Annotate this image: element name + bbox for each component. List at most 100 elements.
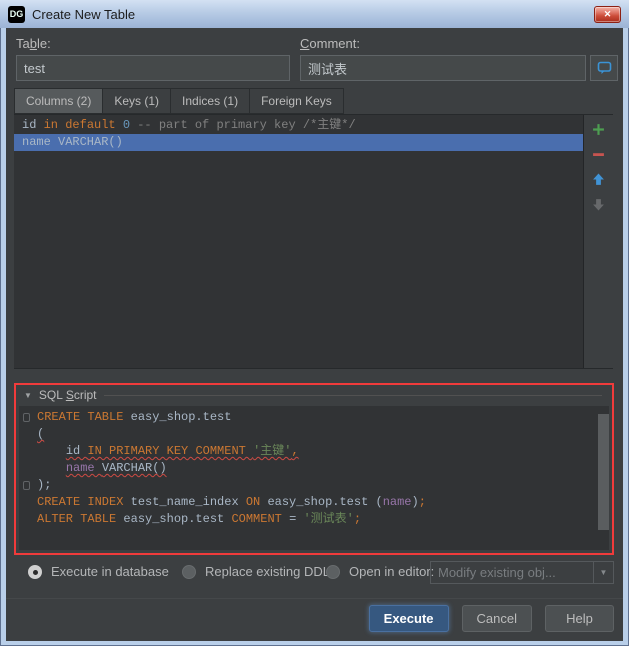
code-token: id (65, 444, 88, 458)
dialog-title: Create New Table (32, 6, 136, 22)
column-row[interactable]: id in default 0 -- part of primary key /… (14, 117, 583, 134)
execute-button[interactable]: Execute (368, 605, 449, 632)
create-new-table-dialog: DG Create New Table ✕ Table: Comment: Co… (0, 0, 629, 646)
dialog-content: Table: Comment: Columns (2)Keys (1)Indic… (6, 28, 623, 641)
code-token: name (65, 461, 102, 475)
combo-value: Modify existing obj... (438, 565, 556, 580)
footer-buttons: Execute Cancel Help (368, 605, 614, 632)
code-token: in (43, 118, 66, 132)
radio-circle-icon[interactable] (326, 564, 340, 579)
code-token: CREATE INDEX (37, 495, 131, 509)
radio-replace-existing-ddl[interactable]: Replace existing DDL (182, 564, 330, 579)
collapse-triangle-icon[interactable]: ▼ (24, 391, 32, 400)
code-token: ( (375, 495, 383, 509)
fold-marker[interactable] (23, 413, 30, 422)
radio-label: Execute in database (51, 564, 169, 579)
code-token: ON (245, 495, 268, 509)
code-token: VARCHAR() (101, 461, 167, 475)
radio-circle-icon[interactable] (182, 564, 196, 579)
sql-line: ( (19, 426, 609, 443)
tab-columns-2[interactable]: Columns (2) (14, 88, 104, 114)
radio-execute-in-database[interactable]: Execute in database (28, 564, 169, 579)
tab-foreign-keys[interactable]: Foreign Keys (250, 88, 344, 114)
add-button[interactable] (591, 121, 607, 137)
sql-title-post: cript (73, 388, 97, 402)
tab-indices-1[interactable]: Indices (1) (171, 88, 251, 114)
tab-bar: Columns (2) Keys (1) Indices (1) Foreign Ke… (14, 88, 344, 114)
code-token: CREATE TABLE (37, 410, 131, 424)
code-token: name VARCHAR() (22, 135, 123, 149)
remove-button[interactable] (591, 146, 607, 162)
columns-list: id in default 0 -- part of primary key /… (14, 115, 584, 368)
radio-open-in-editor[interactable]: Open in editor: (326, 564, 434, 579)
cancel-button[interactable]: Cancel (461, 605, 532, 632)
sql-title-pre: SQL (38, 388, 66, 402)
code-token: ; (353, 512, 362, 526)
move-up-icon (593, 173, 604, 185)
move-up-button[interactable] (591, 171, 607, 187)
code-token: easy_shop.test (130, 410, 232, 424)
radio-label: Open in editor: (349, 564, 435, 579)
table-label-mnemonic: b (29, 36, 37, 51)
column-row[interactable]: name VARCHAR() (14, 134, 583, 151)
datagrip-app-icon: DG (8, 5, 25, 23)
add-icon (593, 123, 604, 135)
columns-editor: id in default 0 -- part of primary key /… (14, 114, 613, 369)
remove-icon (593, 152, 604, 156)
sql-line: ); (19, 477, 609, 494)
table-label: Table: (16, 36, 51, 51)
code-token: test_name_index (130, 495, 246, 509)
help-button[interactable]: Help (545, 605, 614, 632)
code-token: id (22, 118, 44, 132)
code-token: name (382, 495, 412, 509)
sql-editor-scrollbar[interactable] (598, 414, 609, 530)
table-label-post: le: (36, 36, 51, 51)
code-token: easy_shop.test (123, 512, 232, 526)
sql-line: CREATE TABLE easy_shop.test (19, 409, 609, 426)
code-token: '测试表' (303, 512, 354, 526)
sql-script-header[interactable]: ▼ SQL Script (16, 385, 612, 405)
table-label-pre: Ta (16, 36, 30, 51)
code-token: '主键' (253, 444, 292, 458)
comment-editor-button[interactable] (590, 55, 618, 81)
code-token: ( (37, 427, 45, 441)
code-token: ALTER TABLE (37, 512, 124, 526)
tab-keys-1[interactable]: Keys (1) (103, 88, 172, 114)
combo-dropdown-arrow-icon[interactable]: ▼ (593, 562, 613, 583)
columns-toolbar (584, 115, 613, 368)
code-token: ) (411, 495, 419, 509)
sql-line: id IN PRIMARY KEY COMMENT '主键', (19, 443, 609, 460)
footer-separator (6, 598, 623, 599)
open-in-editor-combo[interactable]: Modify existing obj... ▼ (430, 561, 614, 584)
sql-script-title: SQL Script (39, 388, 97, 402)
sql-line: name VARCHAR() (19, 460, 609, 477)
sql-script-section: ▼ SQL Script CREATE TABLE easy_shop.test… (14, 383, 614, 555)
comment-label-post: omment: (309, 36, 360, 51)
comment-label: Comment: (300, 36, 360, 51)
code-token: IN PRIMARY KEY COMMENT (87, 444, 254, 458)
code-token: easy_shop.test (267, 495, 376, 509)
code-token: = (289, 512, 304, 526)
radio-label: Replace existing DDL (205, 564, 331, 579)
code-token: 0 (122, 118, 138, 132)
title-bar: DG Create New Table ✕ (0, 0, 629, 28)
code-token: -- part of primary key /*主键*/ (137, 118, 356, 132)
table-name-input[interactable] (16, 55, 290, 81)
comment-label-mnemonic: C (300, 36, 310, 51)
sql-line: ALTER TABLE easy_shop.test COMMENT = '测试… (19, 511, 609, 528)
close-button[interactable]: ✕ (594, 6, 621, 23)
radio-circle-icon[interactable] (28, 564, 42, 579)
fold-marker[interactable] (23, 481, 30, 490)
comment-bubble-icon (597, 61, 611, 74)
code-token: ); (37, 478, 52, 492)
move-down-button[interactable] (591, 196, 607, 212)
sql-editor[interactable]: CREATE TABLE easy_shop.test( id IN PRIMA… (19, 406, 609, 550)
code-token: COMMENT (231, 512, 290, 526)
code-token: ; (418, 495, 426, 509)
move-down-icon (593, 198, 604, 210)
code-token: default (65, 118, 123, 132)
comment-input[interactable] (300, 55, 586, 81)
sql-title-mnemonic: S (65, 388, 74, 402)
